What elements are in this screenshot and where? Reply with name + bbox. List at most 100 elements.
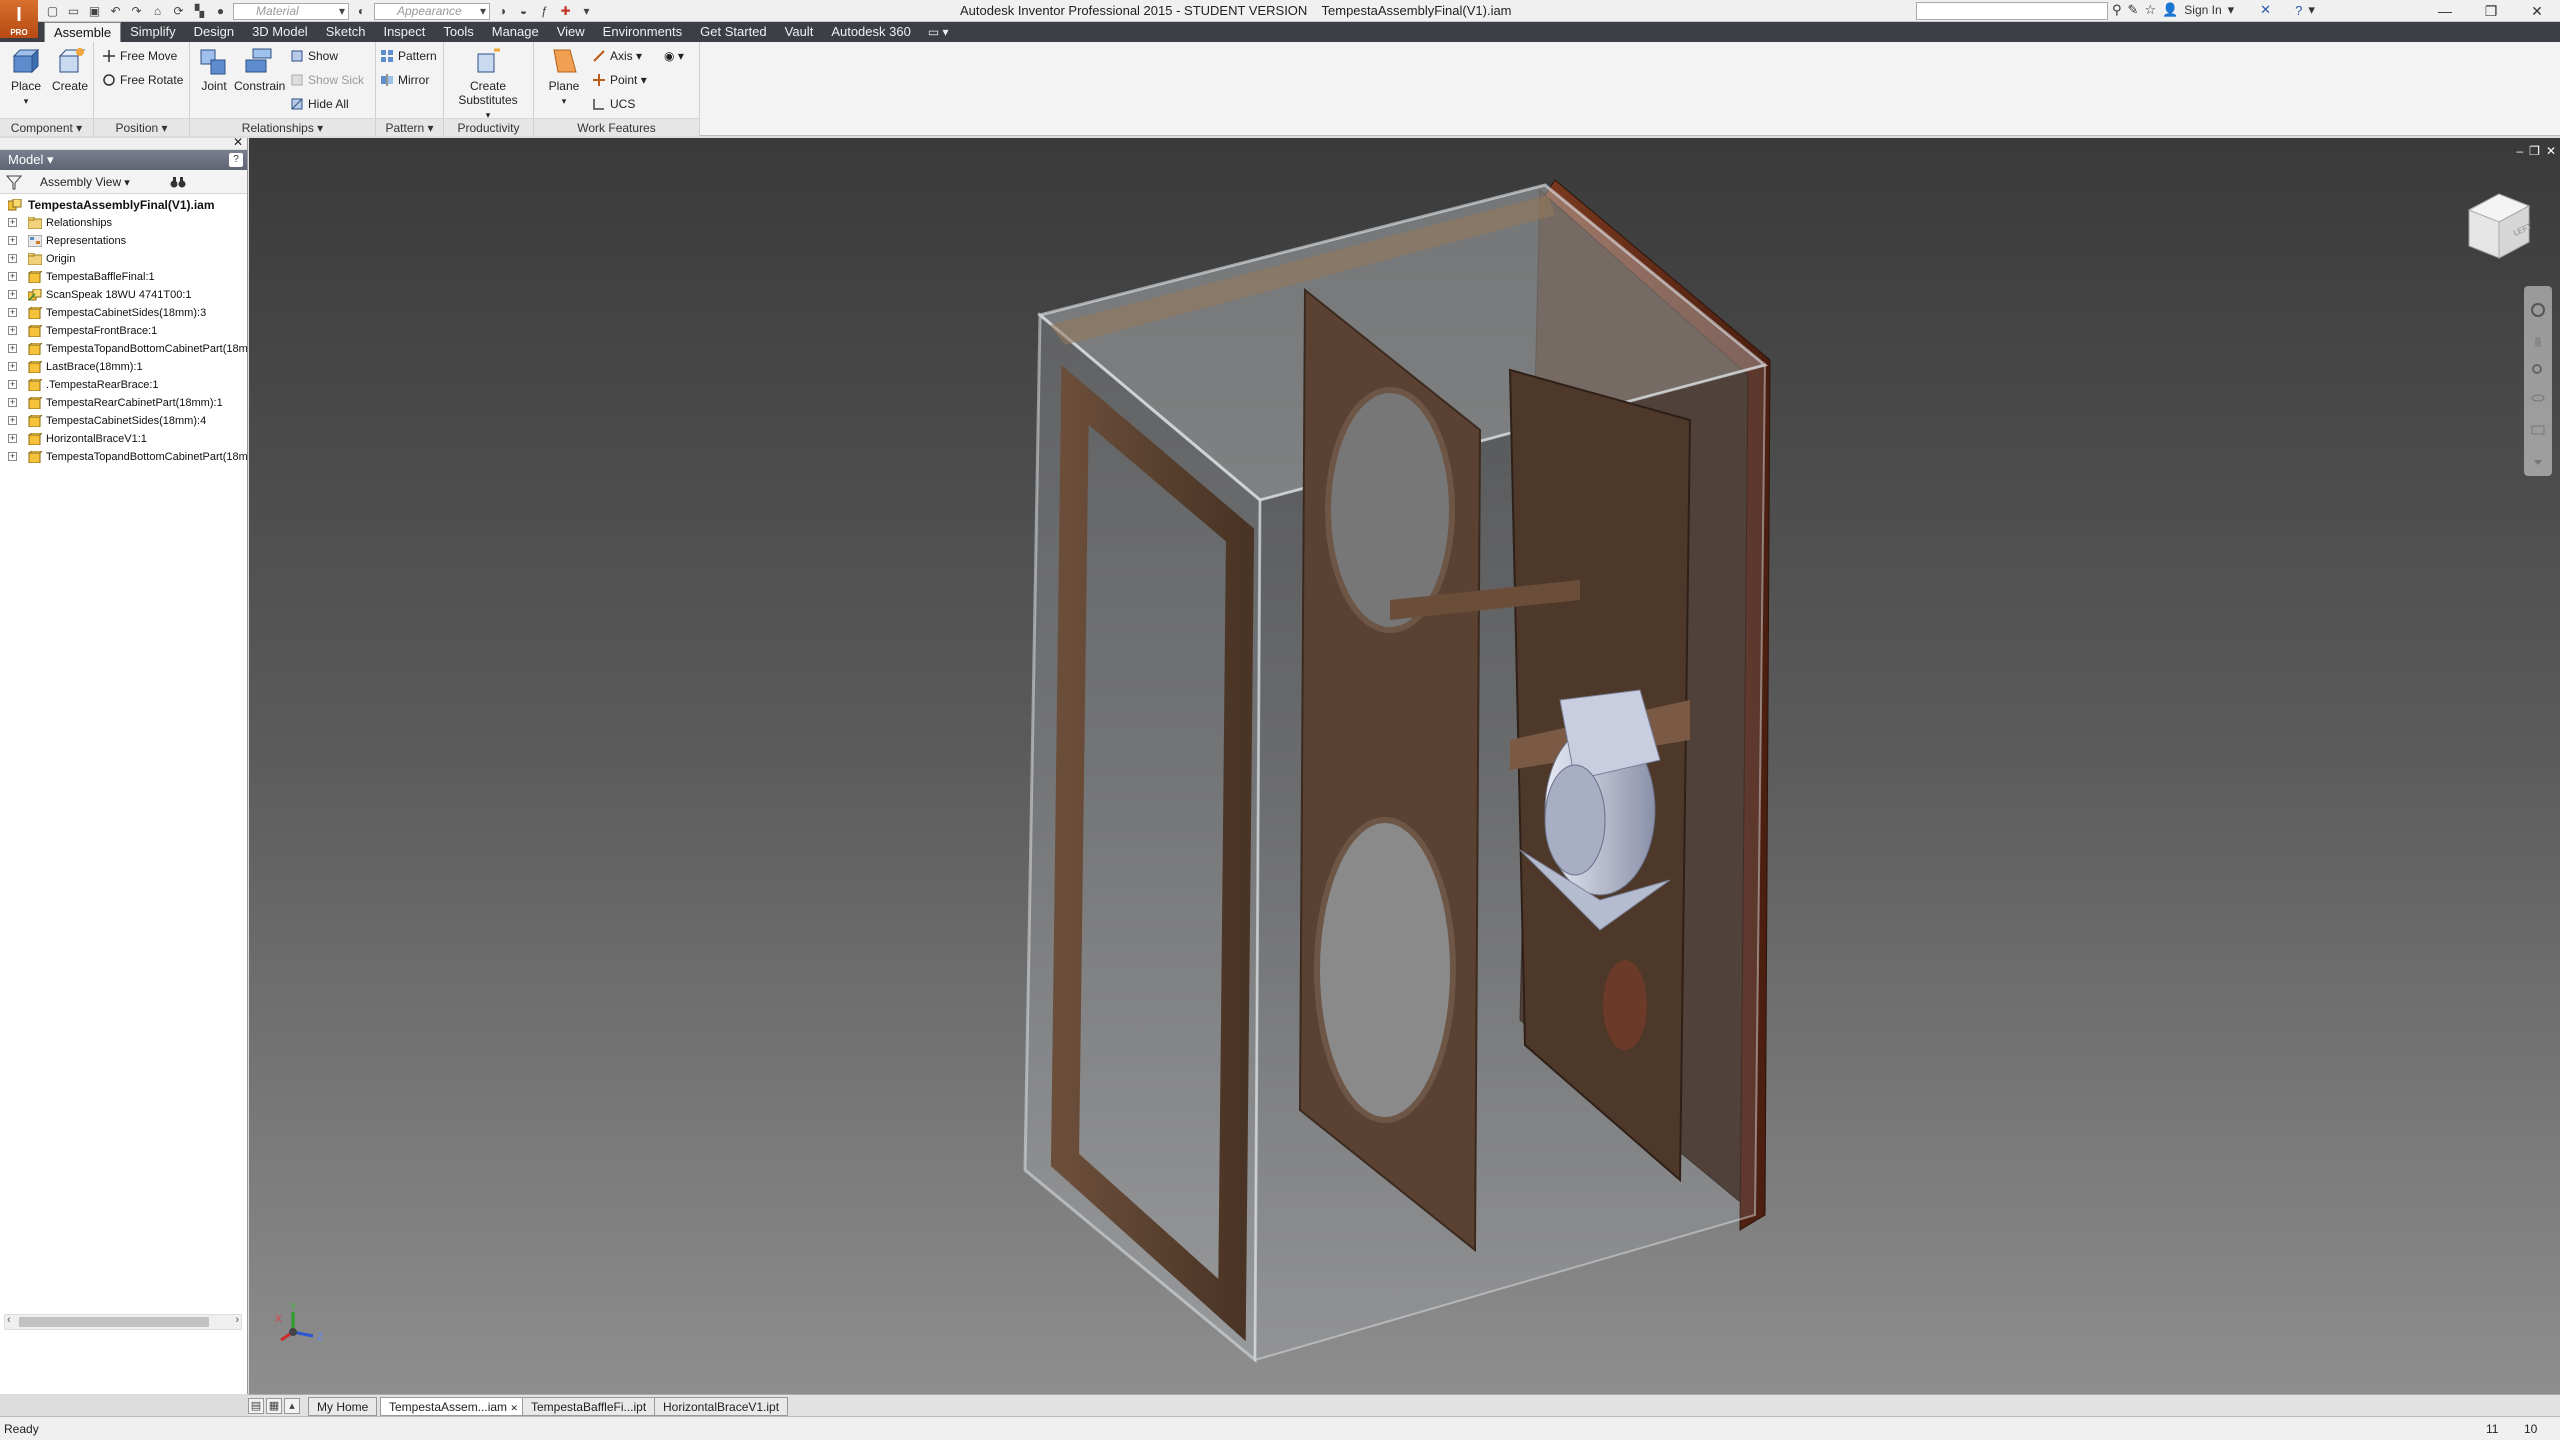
expand-icon[interactable]: +: [8, 326, 17, 335]
tab-autodesk-360[interactable]: Autodesk 360: [822, 22, 920, 42]
free-rotate-button[interactable]: Free Rotate: [102, 70, 183, 90]
tree-item[interactable]: + HorizontalBraceV1:1: [0, 430, 247, 448]
binoculars-icon[interactable]: ⚲: [2112, 2, 2122, 18]
plane-button[interactable]: Plane ▾: [542, 46, 586, 112]
panel-component-title[interactable]: Component ▾: [0, 118, 93, 136]
tree-item[interactable]: + TempestaTopandBottomCabinetPart(18mm: [0, 340, 247, 358]
viewcube[interactable]: LEFT: [2463, 190, 2533, 262]
speaker-cabinet-model[interactable]: [249, 138, 2560, 1394]
color-icon[interactable]: ●: [212, 3, 229, 19]
tree-item[interactable]: + TempestaCabinetSides(18mm):3: [0, 304, 247, 322]
tree-root[interactable]: TempestaAssemblyFinal(V1).iam: [0, 196, 247, 214]
graphics-viewport[interactable]: – ❐ ✕ LEFT X Y Z: [249, 138, 2560, 1394]
expand-icon[interactable]: +: [8, 380, 17, 389]
expand-icon[interactable]: +: [8, 236, 17, 245]
look-at-icon[interactable]: [2530, 422, 2546, 438]
exchange-icon[interactable]: ✕: [2260, 2, 2271, 18]
steering-wheel-icon[interactable]: [2530, 302, 2546, 318]
close-window-button[interactable]: ✕: [2514, 0, 2560, 22]
constrain-button[interactable]: Constrain: [234, 46, 285, 112]
tab-assemble[interactable]: Assemble: [44, 22, 122, 42]
pan-hand-icon[interactable]: [2530, 334, 2546, 350]
help-search-box[interactable]: [1916, 2, 2108, 20]
doctab-assembly[interactable]: TempestaAssem...iam ✕: [380, 1397, 527, 1416]
tree-item[interactable]: + TempestaFrontBrace:1: [0, 322, 247, 340]
viewport-close-icon[interactable]: ✕: [2546, 144, 2556, 158]
expand-icon[interactable]: +: [8, 362, 17, 371]
sign-in-link[interactable]: Sign In: [2184, 3, 2221, 17]
tile-vertical-icon[interactable]: ▦: [266, 1398, 282, 1414]
tab-simplify[interactable]: Simplify: [121, 22, 185, 42]
binoculars-find-icon[interactable]: [170, 174, 186, 190]
new-file-icon[interactable]: ▢: [44, 3, 61, 19]
open-file-icon[interactable]: ▭: [65, 3, 82, 19]
ribbon-extra-dropdown[interactable]: ◉ ▾: [664, 46, 684, 66]
clear-appearance-icon[interactable]: ◑: [494, 3, 511, 19]
scrollbar-thumb[interactable]: [19, 1317, 209, 1327]
expand-icon[interactable]: +: [8, 290, 17, 299]
doctab-close-icon[interactable]: ✕: [510, 1403, 518, 1413]
tab-sketch[interactable]: Sketch: [317, 22, 375, 42]
fx-parameters-icon[interactable]: ƒ: [536, 3, 553, 19]
tree-item[interactable]: + Relationships: [0, 214, 247, 232]
doctab-horizontal-brace[interactable]: HorizontalBraceV1.ipt: [654, 1397, 789, 1416]
measure-icon[interactable]: ✚: [557, 3, 574, 19]
tree-item[interactable]: + Representations: [0, 232, 247, 250]
undo-icon[interactable]: ↶: [107, 3, 124, 19]
browser-horizontal-scrollbar[interactable]: ‹ ›: [4, 1314, 242, 1330]
tab-get-started[interactable]: Get Started: [691, 22, 775, 42]
chevron-down-icon[interactable]: ▾: [2228, 2, 2235, 18]
expand-icon[interactable]: +: [8, 416, 17, 425]
appearance-dropdown[interactable]: Appearance: [374, 2, 490, 20]
tree-item[interactable]: + Origin: [0, 250, 247, 268]
viewport-restore-icon[interactable]: ❐: [2529, 144, 2540, 158]
scroll-right-icon[interactable]: ›: [235, 1314, 239, 1326]
adjust-icon[interactable]: ◒: [515, 3, 532, 19]
expand-icon[interactable]: +: [8, 218, 17, 227]
expand-icon[interactable]: +: [8, 272, 17, 281]
help-search-input[interactable]: [1917, 3, 2107, 19]
hide-all-button[interactable]: Hide All: [290, 94, 349, 114]
tab-inspect[interactable]: Inspect: [374, 22, 434, 42]
expand-icon[interactable]: +: [8, 398, 17, 407]
doctab-my-home[interactable]: My Home: [308, 1397, 378, 1416]
tab-view[interactable]: View: [548, 22, 594, 42]
tree-item[interactable]: + TempestaCabinetSides(18mm):4: [0, 412, 247, 430]
orbit-icon[interactable]: [2530, 390, 2546, 406]
filter-icon[interactable]: [6, 174, 22, 190]
pattern-button[interactable]: Pattern: [380, 46, 437, 66]
scroll-left-icon[interactable]: ‹: [7, 1314, 11, 1326]
save-icon[interactable]: ▣: [86, 3, 103, 19]
home-icon[interactable]: ⌂: [149, 3, 166, 19]
place-button[interactable]: Place ▾: [4, 46, 48, 112]
subscription-icon[interactable]: ✎: [2128, 2, 2139, 18]
help-dropdown-icon[interactable]: ▾: [2308, 2, 2315, 18]
appearance-icon[interactable]: ◐: [353, 3, 370, 19]
tab-tools[interactable]: Tools: [434, 22, 482, 42]
zoom-icon[interactable]: [2530, 362, 2546, 378]
ucs-button[interactable]: UCS: [592, 94, 635, 114]
panel-relationships-title[interactable]: Relationships ▾: [190, 118, 375, 136]
help-icon[interactable]: ?: [2295, 3, 2302, 18]
navbar-options-icon[interactable]: [2530, 454, 2546, 470]
browser-header[interactable]: Model ▾?: [0, 150, 247, 170]
tab-environments[interactable]: Environments: [594, 22, 691, 42]
expand-icon[interactable]: +: [8, 452, 17, 461]
mirror-button[interactable]: Mirror: [380, 70, 429, 90]
expand-icon[interactable]: +: [8, 254, 17, 263]
axis-button[interactable]: Axis ▾: [592, 46, 642, 66]
user-icon[interactable]: 👤: [2162, 2, 2178, 18]
restore-button[interactable]: ❐: [2468, 0, 2514, 22]
update-icon[interactable]: ⟳: [170, 3, 187, 19]
material-dropdown[interactable]: Material: [233, 2, 349, 20]
redo-icon[interactable]: ↷: [128, 3, 145, 19]
assembly-view-dropdown[interactable]: Assembly View: [40, 173, 130, 192]
show-sick-button[interactable]: Show Sick: [290, 70, 364, 90]
tree-item[interactable]: + .TempestaRearBrace:1: [0, 376, 247, 394]
tab-3d-model[interactable]: 3D Model: [243, 22, 317, 42]
favorites-icon[interactable]: ☆: [2144, 2, 2156, 18]
panel-position-title[interactable]: Position ▾: [94, 118, 189, 136]
ribbon-options-icon[interactable]: ▭ ▾: [920, 22, 957, 42]
doctab-baffle[interactable]: TempestaBaffleFi...ipt: [522, 1397, 656, 1416]
point-button[interactable]: Point ▾: [592, 70, 647, 90]
